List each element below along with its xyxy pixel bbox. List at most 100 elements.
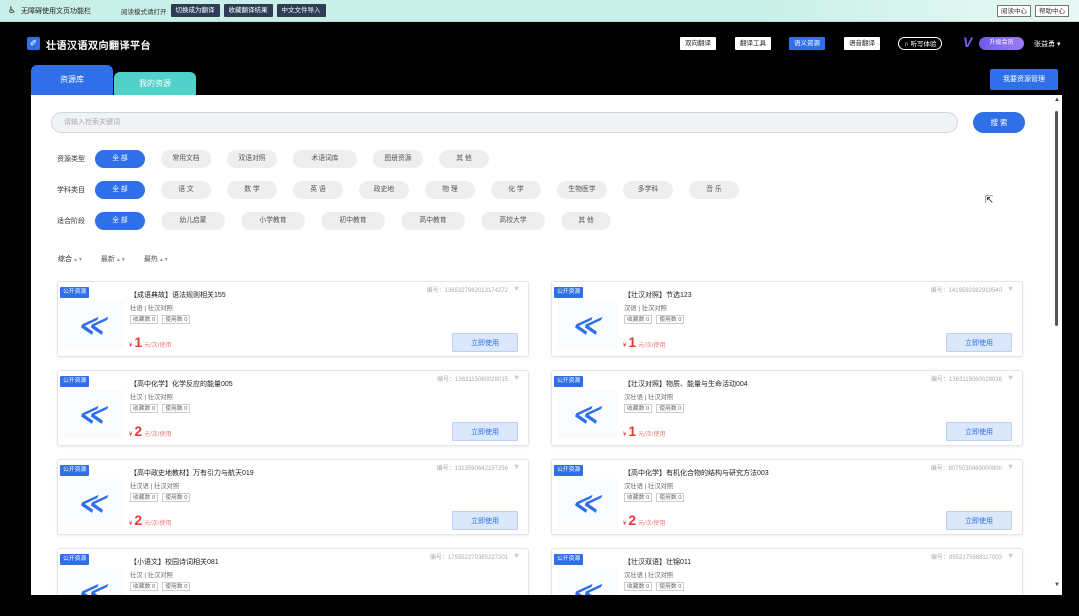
resource-card[interactable]: 公开资源 ≪ 【壮汉对照】节选123 汉语 | 壮汉对照 收藏数 0 使用数 0 ¥1 元/次… xyxy=(551,281,1023,357)
vip-upgrade-button[interactable]: 升级会员 xyxy=(979,37,1024,50)
filter-chip[interactable]: 数 学 xyxy=(227,181,277,199)
filter-chip[interactable]: 化 学 xyxy=(491,181,541,199)
search-input[interactable]: 请输入检索关键词 xyxy=(51,112,958,133)
resource-thumbnail[interactable]: ≪ xyxy=(64,301,124,349)
filter-chip[interactable]: 其 他 xyxy=(439,150,489,168)
scrollbar[interactable]: ▲ ▼ xyxy=(1053,95,1061,595)
filter-chip[interactable]: 常用文档 xyxy=(161,150,211,168)
tab-my-resources[interactable]: 我的资源 xyxy=(114,72,196,95)
listen-button[interactable]: ∩ 听写体验 xyxy=(898,37,943,50)
filter-chip[interactable]: 多学科 xyxy=(623,181,673,199)
use-now-button[interactable]: 立即使用 xyxy=(946,333,1012,352)
heart-icon[interactable]: ♥ xyxy=(514,284,519,293)
resource-thumbnail[interactable]: ≪ xyxy=(64,479,124,527)
resource-card[interactable]: 公开资源 ≪ 【高中化学】化学反应的能量005 壮汉 | 壮汉对照 收藏数 0 使用数 0… xyxy=(57,370,529,446)
site-logo-icon[interactable]: ✐ xyxy=(27,37,40,50)
resource-card[interactable]: 公开资源 ≪ 【高中政史地教材】万有引力与航天019 壮汉语 | 壮汉对照 收藏数 0使… xyxy=(57,459,529,535)
resource-meta: 壮汉 | 壮汉对照 xyxy=(130,572,173,579)
resource-title[interactable]: 【高中政史地教材】万有引力与航天019 xyxy=(130,468,254,478)
accessibility-button-2[interactable]: 收藏翻译结果 xyxy=(223,4,273,17)
search-button[interactable]: 搜 索 xyxy=(973,112,1025,133)
filter-chip[interactable]: 初中教育 xyxy=(321,212,385,230)
resource-card[interactable]: 公开资源 ≪ 【壮汉对照】物质、能量与生命活动004 汉壮语 | 壮汉对照 收藏数 0使… xyxy=(551,370,1023,446)
heart-icon[interactable]: ♥ xyxy=(514,373,519,382)
filter-stage: 适合阶段 全 部 幼儿启蒙 小学教育 初中教育 高中教育 高校大学 其 他 xyxy=(57,211,627,231)
read-center-link[interactable]: 阅读中心 xyxy=(997,5,1031,17)
filter-chip[interactable]: 全 部 xyxy=(95,212,145,230)
heart-icon[interactable]: ♥ xyxy=(514,551,519,560)
resource-price: ¥2 元/次/使用 xyxy=(129,423,171,439)
scroll-down-icon[interactable]: ▼ xyxy=(1054,582,1060,588)
accessibility-toggle[interactable]: ♿ 无障碍使用文页功能栏 xyxy=(8,6,91,16)
use-now-button[interactable]: 立即使用 xyxy=(946,422,1012,441)
sort-label: 最热 xyxy=(143,256,158,263)
resource-card[interactable]: 公开资源 ≪ 【成语典故】语法规则相关155 壮语 | 壮汉对照 收藏数 0 使用数 0 ¥… xyxy=(57,281,529,357)
sort-comprehensive[interactable]: 综合▲▼ xyxy=(58,254,83,264)
resource-card[interactable]: 公开资源≪【小语文】校园诗词相关081壮汉 | 壮汉对照收藏数 0使用数 0¥2… xyxy=(57,548,529,595)
resource-card[interactable]: 公开资源≪【壮汉双语】壮锦011汉壮语 | 壮汉对照收藏数 0使用数 0¥1元/… xyxy=(551,548,1023,595)
filter-chip[interactable]: 高校大学 xyxy=(481,212,545,230)
heart-icon[interactable]: ♥ xyxy=(1008,284,1013,293)
resource-stats: 收藏数 0 使用数 0 xyxy=(624,582,685,591)
heart-icon[interactable]: ♥ xyxy=(1008,462,1013,471)
use-now-button[interactable]: 立即使用 xyxy=(452,333,518,352)
site-title[interactable]: 壮语汉语双向翻译平台 xyxy=(46,37,151,52)
resource-thumbnail[interactable]: ≪ xyxy=(64,390,124,438)
use-now-button[interactable]: 立即使用 xyxy=(452,511,518,530)
filter-chip[interactable]: 其 他 xyxy=(561,212,611,230)
filter-chip[interactable]: 英 语 xyxy=(293,181,343,199)
resource-stats: 收藏数 0 使用数 0 xyxy=(624,404,685,413)
nav-resources[interactable]: 语义资源 xyxy=(789,37,825,50)
resource-thumbnail[interactable]: ≪ xyxy=(558,479,618,527)
filter-chip[interactable]: 小学教育 xyxy=(241,212,305,230)
resource-title[interactable]: 【壮汉对照】物质、能量与生命活动004 xyxy=(624,379,748,389)
filter-chip[interactable]: 全 部 xyxy=(95,181,145,199)
filter-chip[interactable]: 语 文 xyxy=(161,181,211,199)
resource-card[interactable]: 公开资源 ≪ 【高中化学】有机化合物的结构与研究方法003 汉壮语 | 壮汉对照 收藏数… xyxy=(551,459,1023,535)
resource-thumbnail[interactable]: ≪ xyxy=(558,568,618,595)
scroll-up-icon[interactable]: ▲ xyxy=(1054,97,1060,103)
tab-resource-library[interactable]: 资源库 xyxy=(31,65,113,95)
filter-chip[interactable]: 双语对照 xyxy=(227,150,277,168)
heart-icon[interactable]: ♥ xyxy=(1008,551,1013,560)
accessibility-button-3[interactable]: 中文文件导入 xyxy=(276,4,326,17)
resource-thumbnail[interactable]: ≪ xyxy=(558,390,618,438)
resource-title[interactable]: 【成语典故】语法规则相关155 xyxy=(130,290,226,300)
resource-title[interactable]: 【壮汉双语】壮锦011 xyxy=(624,557,691,567)
scrollbar-thumb[interactable] xyxy=(1055,111,1058,326)
resource-id: 编号：1363115060028016 xyxy=(931,377,1002,383)
resource-thumbnail[interactable]: ≪ xyxy=(64,568,124,595)
filter-chip[interactable]: 高中教育 xyxy=(401,212,465,230)
use-now-button[interactable]: 立即使用 xyxy=(452,422,518,441)
filter-chip[interactable]: 全 部 xyxy=(95,150,145,168)
resource-title[interactable]: 【高中化学】有机化合物的结构与研究方法003 xyxy=(624,468,769,478)
use-now-button[interactable]: 立即使用 xyxy=(946,511,1012,530)
filter-chip[interactable]: 音 乐 xyxy=(689,181,739,199)
manage-resources-button[interactable]: 我要资源管理 xyxy=(990,69,1058,90)
filter-chip[interactable]: 政史地 xyxy=(359,181,409,199)
heart-icon[interactable]: ♥ xyxy=(514,462,519,471)
sort-label: 最新 xyxy=(100,256,115,263)
currency-symbol: ¥ xyxy=(129,343,133,349)
help-center-link[interactable]: 帮助中心 xyxy=(1035,5,1069,17)
user-menu[interactable]: 张益勇 ▾ xyxy=(1034,39,1060,49)
filter-chip[interactable]: 幼儿启蒙 xyxy=(161,212,225,230)
heart-icon[interactable]: ♥ xyxy=(1008,373,1013,382)
resource-title[interactable]: 【小语文】校园诗词相关081 xyxy=(130,557,219,567)
nav-translate[interactable]: 双向翻译 xyxy=(680,37,716,50)
nav-voice[interactable]: 语音翻译 xyxy=(844,37,880,50)
wing-logo-icon: ≪ xyxy=(568,310,608,340)
filter-chip[interactable]: 术语词库 xyxy=(293,150,357,168)
resource-thumbnail[interactable]: ≪ xyxy=(558,301,618,349)
filter-chip[interactable]: 图册资源 xyxy=(373,150,423,168)
accessibility-button-1[interactable]: 切换成为翻译 xyxy=(170,4,220,17)
resource-title[interactable]: 【壮汉对照】节选123 xyxy=(624,290,692,300)
filter-chip[interactable]: 生物医学 xyxy=(557,181,607,199)
sort-newest[interactable]: 最新▲▼ xyxy=(101,254,126,264)
nav-tools[interactable]: 翻译工具 xyxy=(735,37,771,50)
resource-stats: 收藏数 0 使用数 0 xyxy=(624,315,685,324)
filter-chip[interactable]: 物 理 xyxy=(425,181,475,199)
sort-hottest[interactable]: 最热▲▼ xyxy=(144,254,169,264)
resource-meta: 壮汉 | 壮汉对照 xyxy=(130,394,173,401)
resource-title[interactable]: 【高中化学】化学反应的能量005 xyxy=(130,379,233,389)
